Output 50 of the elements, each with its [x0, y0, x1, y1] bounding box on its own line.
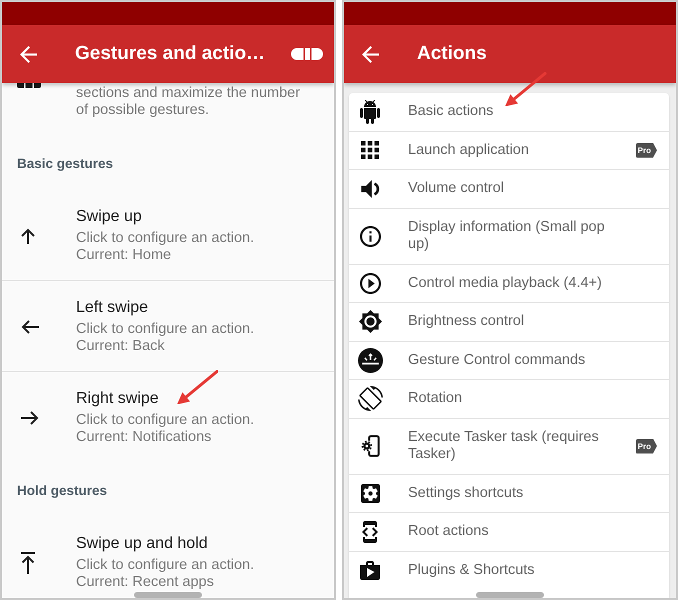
gesture-title[interactable]: Left swipe — [76, 298, 148, 318]
gesture-summary: Click to configure an action. — [76, 321, 254, 338]
bag-play-icon — [360, 560, 380, 580]
action-label[interactable]: Launch application — [408, 142, 529, 159]
gesture-title[interactable]: Swipe up — [76, 207, 142, 227]
partial-icon — [17, 83, 41, 88]
gesture-title[interactable]: Swipe up and hold — [76, 534, 208, 554]
action-label[interactable]: Brightness control — [408, 313, 524, 330]
action-label[interactable]: Control media playback (4.4+) — [408, 274, 602, 292]
screen-title: Actions — [417, 42, 487, 66]
action-label[interactable]: Root actions — [408, 523, 489, 540]
info-icon — [360, 226, 380, 246]
back-icon[interactable] — [20, 46, 37, 62]
settings-icon — [360, 484, 380, 503]
phone-gear-icon — [360, 435, 380, 457]
current-action: Current: Home — [76, 247, 172, 264]
action-label[interactable]: Gesture Control commands — [408, 352, 586, 369]
action-label[interactable]: Basic actions — [408, 103, 494, 120]
action-label[interactable]: Execute Tasker task (requires Tasker) — [408, 428, 620, 464]
current-action: Current: Recent apps — [76, 574, 214, 591]
back-icon[interactable] — [362, 46, 379, 62]
gesture-title[interactable]: Right swipe — [76, 389, 159, 409]
segmented-pill-icon[interactable] — [291, 48, 323, 60]
action-label[interactable]: Rotation — [408, 390, 462, 408]
gesture-summary: Click to configure an action. — [76, 230, 254, 247]
up-arrow-icon — [21, 228, 35, 244]
pro-tag: Pro — [636, 142, 657, 158]
burst-circle-icon — [358, 348, 382, 373]
section-header: Hold gestures — [17, 482, 108, 499]
current-action: Current: Back — [76, 338, 165, 355]
section-header: Basic gestures — [17, 155, 114, 172]
action-label[interactable]: Plugins & Shortcuts — [408, 562, 535, 579]
description-text: sections and maximize the number of possible gestures. — [76, 85, 302, 119]
gesture-summary: Click to configure an action. — [76, 412, 254, 429]
left-arrow-icon — [21, 320, 39, 334]
speaker-icon — [360, 180, 380, 198]
phone-code-icon — [362, 520, 378, 543]
screen-title: Gestures and actio… — [75, 42, 266, 66]
action-label[interactable]: Display information (Small pop up) — [408, 218, 620, 254]
right-arrow-icon — [21, 410, 39, 424]
brightness-icon — [358, 310, 382, 334]
current-action: Current: Notifications — [76, 429, 212, 446]
gesture-summary: Click to configure an action. — [76, 557, 254, 574]
action-label[interactable]: Settings shortcuts — [408, 484, 524, 502]
up-to-bar-icon — [21, 552, 35, 574]
robot-icon — [360, 100, 380, 124]
app-grid-icon — [361, 141, 379, 160]
pro-tag: Pro — [636, 438, 657, 454]
action-label[interactable]: Volume control — [408, 180, 504, 198]
rotate-screen-icon — [358, 386, 382, 412]
